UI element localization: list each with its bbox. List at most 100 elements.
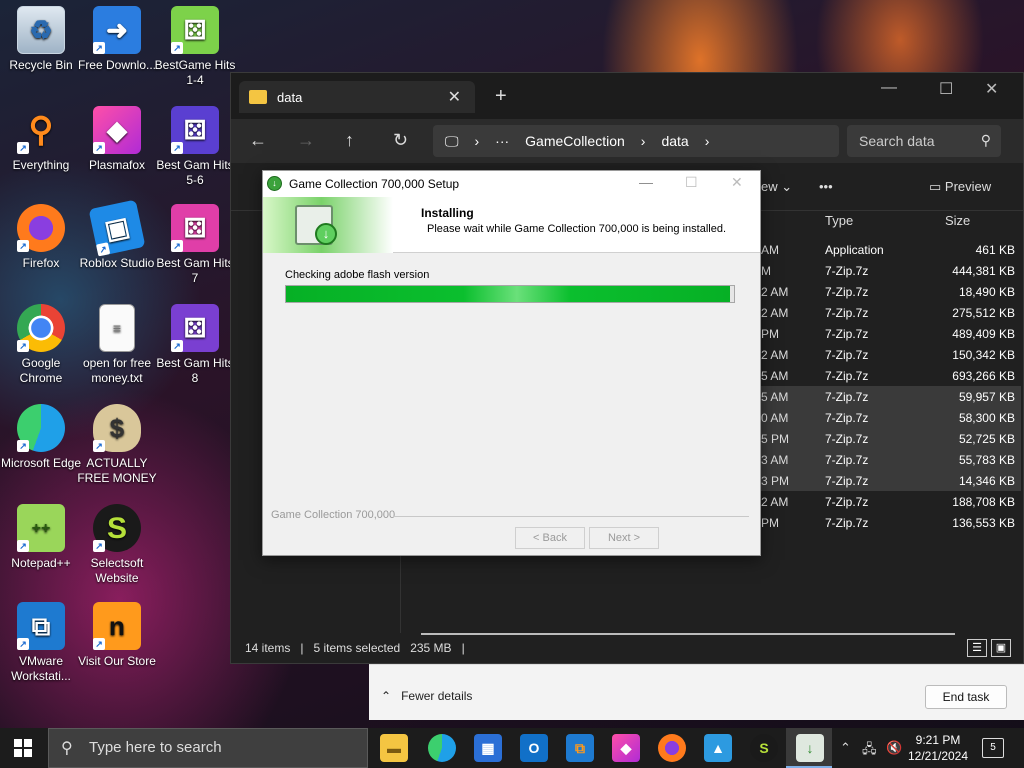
header-title: Installing bbox=[421, 206, 474, 220]
store-taskbar-icon[interactable]: ▦ bbox=[474, 734, 502, 762]
file-row[interactable]: PM 7-Zip.7z 136,553 KB bbox=[761, 512, 1021, 533]
file-date-modified: M bbox=[761, 264, 771, 278]
file-size: 444,381 KB bbox=[952, 264, 1015, 278]
taskbar-clock[interactable]: 9:21 PM 12/21/2024 bbox=[906, 732, 970, 764]
file-size: 52,725 KB bbox=[958, 432, 1015, 446]
file-row[interactable]: 5 AM 7-Zip.7z 59,957 KB bbox=[761, 386, 1021, 407]
column-header-size[interactable]: Size bbox=[945, 213, 970, 228]
back-arrow-icon[interactable]: ← bbox=[249, 130, 267, 151]
maximize-icon[interactable]: ☐ bbox=[939, 79, 953, 99]
firefox-taskbar-icon[interactable] bbox=[658, 734, 686, 762]
file-row[interactable]: 3 AM 7-Zip.7z 55,783 KB bbox=[761, 449, 1021, 470]
up-arrow-icon[interactable]: ↑ bbox=[345, 130, 354, 151]
desktop-icon-label: Notepad++ bbox=[11, 556, 71, 570]
new-tab-button[interactable]: + bbox=[495, 85, 507, 108]
desktop-icon-recycle-bin[interactable]: ♻ Recycle Bin bbox=[0, 6, 82, 73]
volume-muted-icon[interactable]: 🔇 bbox=[886, 740, 902, 756]
network-icon[interactable]: 🖧 bbox=[862, 740, 877, 762]
minimize-icon[interactable]: — bbox=[639, 174, 653, 190]
desktop-icon-bestgame-5-6[interactable]: ⚄ ↗ Best Gam Hits 5-6 bbox=[154, 106, 236, 188]
desktop-icon-everything[interactable]: ⚲ ↗ Everything bbox=[0, 106, 82, 173]
outlook-taskbar-icon[interactable]: O bbox=[520, 734, 548, 762]
notification-center-icon[interactable]: 5 bbox=[982, 738, 1004, 758]
desktop-icon-bestgame-7[interactable]: ⚄ ↗ Best Gam Hits 7 bbox=[154, 204, 236, 286]
file-row[interactable]: 0 AM 7-Zip.7z 58,300 KB bbox=[761, 407, 1021, 428]
desktop-icon-label: open for free money.txt bbox=[82, 356, 152, 385]
start-button[interactable] bbox=[14, 739, 32, 757]
view-menu[interactable]: ew ⌄ bbox=[761, 179, 792, 195]
file-row[interactable]: 2 AM 7-Zip.7z 188,708 KB bbox=[761, 491, 1021, 512]
search-input[interactable]: Search data ⚲ bbox=[847, 125, 1001, 157]
file-date-modified: 3 PM bbox=[761, 474, 790, 488]
desktop-icon-firefox[interactable]: ↗ Firefox bbox=[0, 204, 82, 271]
minimize-icon[interactable]: — bbox=[881, 79, 897, 97]
close-icon[interactable]: ✕ bbox=[731, 174, 743, 191]
file-type: 7-Zip.7z bbox=[825, 348, 869, 362]
desktop-icon-actually-free-money[interactable]: $ ↗ ACTUALLY FREE MONEY bbox=[76, 404, 158, 486]
photos-taskbar-icon[interactable]: ▲ bbox=[704, 734, 732, 762]
setup-header: ↓ Installing Please wait while Game Coll… bbox=[263, 197, 760, 253]
preview-button[interactable]: ▭ Preview bbox=[929, 179, 991, 195]
desktop-icon-label: Roblox Studio bbox=[79, 256, 155, 270]
chevron-right-icon: › bbox=[640, 133, 646, 149]
maximize-icon[interactable]: ☐ bbox=[685, 174, 698, 191]
address-bar[interactable]: 🖵 › ··· GameCollection › data › bbox=[433, 125, 839, 157]
fewer-details-button[interactable]: ⌃ Fewer details bbox=[381, 689, 472, 703]
plasmafox-icon: ◆ ↗ bbox=[93, 106, 141, 154]
file-date-modified: PM bbox=[761, 327, 779, 341]
breadcrumb-gamecollection[interactable]: GameCollection bbox=[525, 133, 625, 149]
details-view-icon[interactable]: ☰ bbox=[967, 639, 987, 657]
desktop-icon-free-money-txt[interactable]: ≡ open for free money.txt bbox=[76, 304, 158, 386]
installer-taskbar-icon[interactable]: ↓ bbox=[796, 734, 824, 762]
desktop-icon-roblox-studio[interactable]: ▣ ↗ Roblox Studio bbox=[76, 199, 158, 271]
vmware-taskbar-icon[interactable]: ⧉ bbox=[566, 734, 594, 762]
desktop-icon-visit-our-store[interactable]: n ↗ Visit Our Store bbox=[76, 602, 158, 669]
tab-data[interactable]: data ✕ bbox=[239, 81, 475, 113]
desktop-icon-plasmafox[interactable]: ◆ ↗ Plasmafox bbox=[76, 106, 158, 173]
overflow-icon[interactable]: ··· bbox=[495, 133, 509, 149]
file-row[interactable]: 2 AM 7-Zip.7z 275,512 KB bbox=[761, 302, 1021, 323]
file-row[interactable]: 5 AM 7-Zip.7z 693,266 KB bbox=[761, 365, 1021, 386]
desktop-icon-label: Recycle Bin bbox=[9, 58, 73, 72]
file-row[interactable]: AM Application 461 KB bbox=[761, 239, 1021, 260]
search-icon: ⚲ bbox=[980, 132, 991, 148]
end-task-button[interactable]: End task bbox=[925, 685, 1007, 709]
file-row[interactable]: PM 7-Zip.7z 489,409 KB bbox=[761, 323, 1021, 344]
file-explorer-taskbar-icon[interactable]: ▬ bbox=[380, 734, 408, 762]
file-row[interactable]: 2 AM 7-Zip.7z 150,342 KB bbox=[761, 344, 1021, 365]
file-date-modified: 2 AM bbox=[761, 495, 789, 509]
tiles-view-icon[interactable]: ▣ bbox=[991, 639, 1011, 657]
file-row[interactable]: M 7-Zip.7z 444,381 KB bbox=[761, 260, 1021, 281]
desktop-icon-bestgame-8[interactable]: ⚄ ↗ Best Gam Hits 8 bbox=[154, 304, 236, 386]
more-options-button[interactable]: ••• bbox=[819, 179, 833, 194]
plasmafox-taskbar-icon[interactable]: ◆ bbox=[612, 734, 640, 762]
file-row[interactable]: 2 AM 7-Zip.7z 18,490 KB bbox=[761, 281, 1021, 302]
close-window-icon[interactable]: ✕ bbox=[985, 79, 998, 99]
desktop-icon-free-download[interactable]: ➜ ↗ Free Downlo... bbox=[76, 6, 158, 73]
selection-size: 235 MB bbox=[410, 641, 452, 655]
refresh-icon[interactable]: ↻ bbox=[393, 130, 408, 151]
back-button[interactable]: < Back bbox=[515, 527, 585, 549]
desktop-icon-google-chrome[interactable]: ↗ Google Chrome bbox=[0, 304, 82, 386]
desktop-icon-bestgame-1-4[interactable]: ⚄ ↗ BestGame Hits 1-4 bbox=[154, 6, 236, 88]
selectsoft-taskbar-icon[interactable]: S bbox=[750, 734, 778, 762]
desktop-icon-selectsoft-website[interactable]: S ↗ Selectsoft Website bbox=[76, 504, 158, 586]
forward-arrow-icon[interactable]: → bbox=[297, 130, 315, 151]
edge-icon: ↗ bbox=[17, 404, 65, 452]
file-row[interactable]: 3 PM 7-Zip.7z 14,346 KB bbox=[761, 470, 1021, 491]
show-hidden-icons-chevron[interactable]: ⌃ bbox=[840, 740, 851, 756]
taskbar-search-box[interactable]: ⚲ Type here to search bbox=[48, 728, 368, 768]
next-button[interactable]: Next > bbox=[589, 527, 659, 549]
chevron-right-icon[interactable]: › bbox=[705, 133, 710, 149]
breadcrumb-data[interactable]: data bbox=[661, 133, 688, 149]
desktop-icon-notepad-plus-plus[interactable]: ++ ↗ Notepad++ bbox=[0, 504, 82, 571]
close-tab-icon[interactable]: ✕ bbox=[448, 87, 461, 107]
column-header-type[interactable]: Type bbox=[825, 213, 853, 228]
desktop-icon-vmware[interactable]: ⧉ ↗ VMware Workstati... bbox=[0, 602, 82, 684]
file-date-modified: 5 PM bbox=[761, 432, 790, 446]
desktop-icon-microsoft-edge[interactable]: ↗ Microsoft Edge bbox=[0, 404, 82, 471]
edge-taskbar-icon[interactable] bbox=[428, 734, 456, 762]
tab-title: data bbox=[277, 89, 303, 105]
file-row[interactable]: 5 PM 7-Zip.7z 52,725 KB bbox=[761, 428, 1021, 449]
file-size: 136,553 KB bbox=[952, 516, 1015, 530]
